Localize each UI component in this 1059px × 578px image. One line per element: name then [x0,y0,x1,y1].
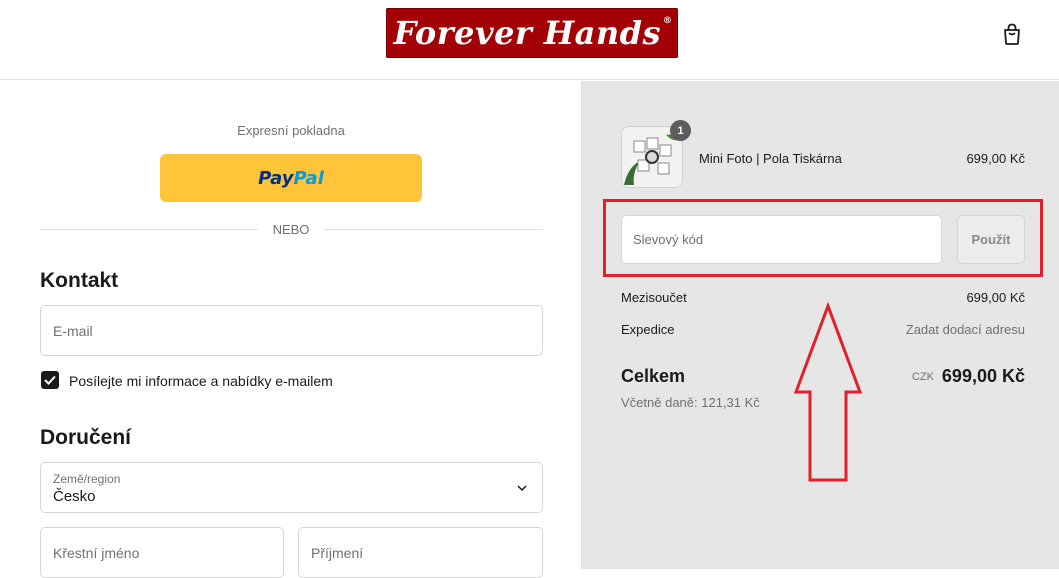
paypal-logo-part2: Pal [293,167,324,189]
paypal-button[interactable]: Pay Pal [160,154,422,202]
country-label: Země/region [53,472,121,486]
contact-section-title: Kontakt [40,269,119,292]
logo-registered-mark: ® [663,16,673,26]
store-header: Forever Hands ® [0,0,1059,80]
subtotal-label: Mezisoučet [621,290,687,305]
annotation-arrow-icon [793,302,863,482]
chevron-down-icon [517,485,527,492]
total-label: Celkem [621,366,686,386]
total-value: 699,00 Kč [941,366,1025,386]
logo-text: Forever Hands [393,14,662,52]
shopping-bag-icon[interactable] [1001,22,1023,46]
email-placeholder: E-mail [53,322,93,339]
newsletter-label[interactable]: Posílejte mi informace a nabídky e-maile… [69,373,333,389]
country-value: Česko [53,488,96,505]
country-select[interactable]: Země/region Česko [40,462,543,513]
last-name-field[interactable]: Příjmení [298,527,543,578]
tax-note: Včetně daně: 121,31 Kč [621,395,760,410]
email-field[interactable]: E-mail [40,305,543,356]
first-name-field[interactable]: Křestní jméno [40,527,284,578]
paypal-logo-part1: Pay [258,167,294,189]
annotation-highlight-box [603,199,1043,277]
subtotal-value: 699,00 Kč [966,290,1025,305]
product-name: Mini Foto | Pola Tiskárna [699,151,842,166]
checkout-form-column: Expresní pokladna Pay Pal NEBO Kontakt E-… [0,81,581,578]
delivery-section-title: Doručení [40,426,132,449]
product-price: 699,00 Kč [966,151,1025,166]
last-name-placeholder: Příjmení [311,544,364,561]
divider-left [40,229,258,230]
newsletter-checkbox[interactable] [41,371,59,389]
first-name-placeholder: Křestní jméno [53,544,140,561]
quantity-badge: 1 [670,120,691,141]
store-logo[interactable]: Forever Hands ® [386,8,678,58]
checkmark-icon [44,375,56,385]
shipping-value: Zadat dodací adresu [905,322,1025,337]
divider-or-text: NEBO [272,222,310,237]
express-checkout-label: Expresní pokladna [237,123,345,138]
total-currency: CZK [912,371,934,383]
divider-right [324,229,543,230]
shipping-label: Expedice [621,322,675,337]
